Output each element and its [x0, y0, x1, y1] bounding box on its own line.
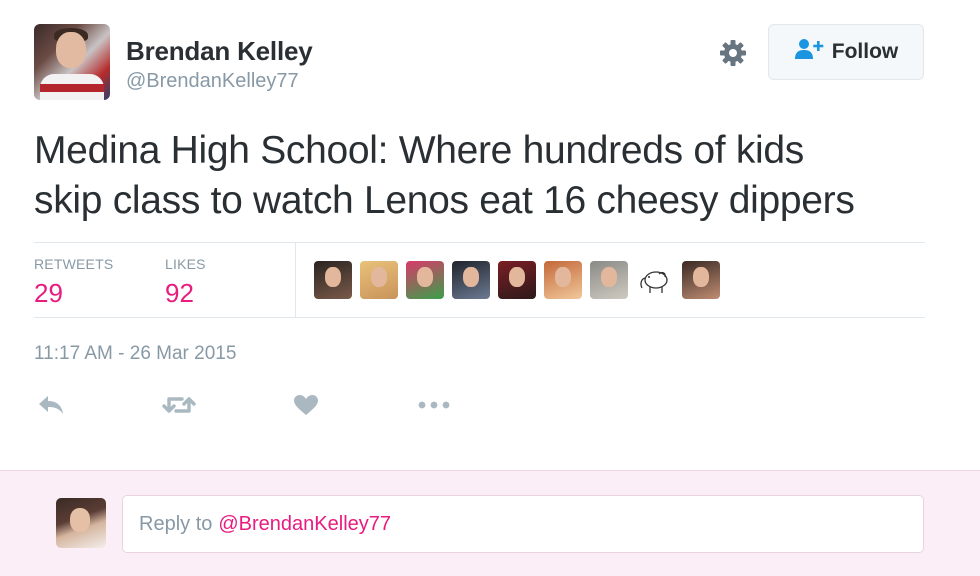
retweet-icon[interactable] [162, 390, 196, 420]
like-icon[interactable] [289, 390, 323, 420]
liker-avatar-8[interactable] [636, 261, 674, 299]
stats-vertical-divider [295, 242, 296, 318]
liker-avatar-3[interactable] [406, 261, 444, 299]
reply-placeholder-prefix: Reply to [139, 512, 213, 535]
liker-avatar-5[interactable] [498, 261, 536, 299]
follow-button[interactable]: Follow [768, 24, 924, 80]
likers-list [314, 261, 720, 299]
author-handle[interactable]: @BrendanKelley77 [126, 70, 299, 93]
stats-divider-top [34, 242, 925, 243]
tweet-timestamp[interactable]: 11:17 AM - 26 Mar 2015 [34, 343, 236, 365]
gear-icon[interactable] [718, 38, 748, 68]
current-user-avatar [56, 498, 106, 548]
retweets-label: RETWEETS [34, 256, 114, 272]
tweet-card: Brendan Kelley @BrendanKelley77 Follow M… [0, 0, 980, 470]
likes-stat[interactable]: LIKES 92 [165, 256, 206, 309]
author-name[interactable]: Brendan Kelley [126, 36, 313, 67]
liker-avatar-4[interactable] [452, 261, 490, 299]
retweets-stat[interactable]: RETWEETS 29 [34, 256, 113, 309]
reply-placeholder-mention: @BrendanKelley77 [218, 512, 392, 535]
add-user-icon [794, 38, 824, 66]
tweet-text-line-2: skip class to watch Lenos eat 16 cheesy … [34, 179, 855, 222]
follow-label: Follow [831, 40, 899, 63]
reply-icon[interactable] [34, 390, 68, 420]
likes-count: 92 [165, 278, 194, 308]
liker-avatar-9[interactable] [682, 261, 720, 299]
elephant-icon [636, 271, 674, 299]
stats-divider-bottom [34, 317, 925, 318]
liker-avatar-7[interactable] [590, 261, 628, 299]
liker-avatar-1[interactable] [314, 261, 352, 299]
tweet-text-line-1: Medina High School: Where hundreds of ki… [34, 129, 804, 172]
reply-input[interactable]: Reply to @BrendanKelley77 [122, 495, 924, 553]
liker-avatar-2[interactable] [360, 261, 398, 299]
retweets-count: 29 [34, 278, 63, 308]
reply-section: Reply to @BrendanKelley77 [0, 470, 980, 576]
author-avatar[interactable] [34, 24, 110, 100]
likes-label: LIKES [165, 256, 206, 272]
liker-avatar-6[interactable] [544, 261, 582, 299]
tweet-text: Medina High School: Where hundreds of ki… [34, 126, 934, 226]
more-icon[interactable] [417, 390, 451, 420]
